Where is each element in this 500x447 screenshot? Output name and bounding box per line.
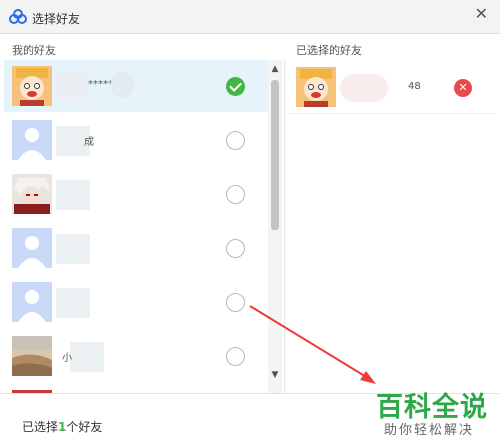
blurred-name <box>56 288 90 318</box>
scrollbar-thumb[interactable] <box>271 80 279 230</box>
my-friends-header: 我的好友 <box>12 44 56 57</box>
blurred-name <box>340 74 388 102</box>
friend-name: 小 <box>62 353 72 364</box>
friend-list: ***** 成 小 <box>4 60 268 393</box>
blurred-name <box>70 342 104 372</box>
friend-row[interactable]: 小 <box>4 330 268 382</box>
friend-name: 成 <box>84 137 94 148</box>
close-icon[interactable]: ✕ <box>475 6 488 22</box>
remove-friend-icon[interactable]: ✕ <box>454 79 472 97</box>
friend-list-scrollbar[interactable]: ▲ ▼ <box>268 60 282 393</box>
scroll-up-icon[interactable]: ▲ <box>270 64 280 74</box>
unselected-radio-icon[interactable] <box>226 185 245 204</box>
friend-row[interactable] <box>4 384 268 393</box>
unselected-radio-icon[interactable] <box>226 239 245 258</box>
panel-divider <box>284 60 285 393</box>
friend-row[interactable]: 成 <box>4 114 268 166</box>
default-avatar-icon <box>12 282 52 322</box>
unselected-radio-icon[interactable] <box>226 131 245 150</box>
avatar <box>12 66 52 106</box>
window-title: 选择好友 <box>32 12 81 26</box>
default-avatar-icon <box>12 120 52 160</box>
blurred-name <box>110 72 134 98</box>
unselected-radio-icon[interactable] <box>226 293 245 312</box>
title-bar: 选择好友 ✕ <box>0 0 500 34</box>
scroll-down-icon[interactable]: ▼ <box>270 370 280 380</box>
blurred-name <box>56 180 90 210</box>
selected-check-icon[interactable] <box>226 77 245 96</box>
selected-friend-name: 48 <box>408 81 421 92</box>
selected-friends-header: 已选择的好友 <box>296 44 362 57</box>
unselected-radio-icon[interactable] <box>226 347 245 366</box>
friend-row[interactable]: ***** <box>4 60 268 112</box>
app-logo-icon <box>9 9 27 24</box>
friend-row[interactable] <box>4 168 268 220</box>
blurred-name <box>56 72 90 102</box>
avatar <box>12 336 52 376</box>
blurred-name <box>56 234 90 264</box>
selected-friend-row: 48 ✕ <box>288 60 496 114</box>
avatar <box>12 174 52 214</box>
avatar <box>296 67 336 107</box>
friend-row[interactable] <box>4 276 268 328</box>
selected-count-text: 已选择1个好友 <box>22 420 103 434</box>
watermark-subtitle: 助你轻松解决 <box>384 423 475 438</box>
friend-row[interactable] <box>4 222 268 274</box>
default-avatar-icon <box>12 228 52 268</box>
